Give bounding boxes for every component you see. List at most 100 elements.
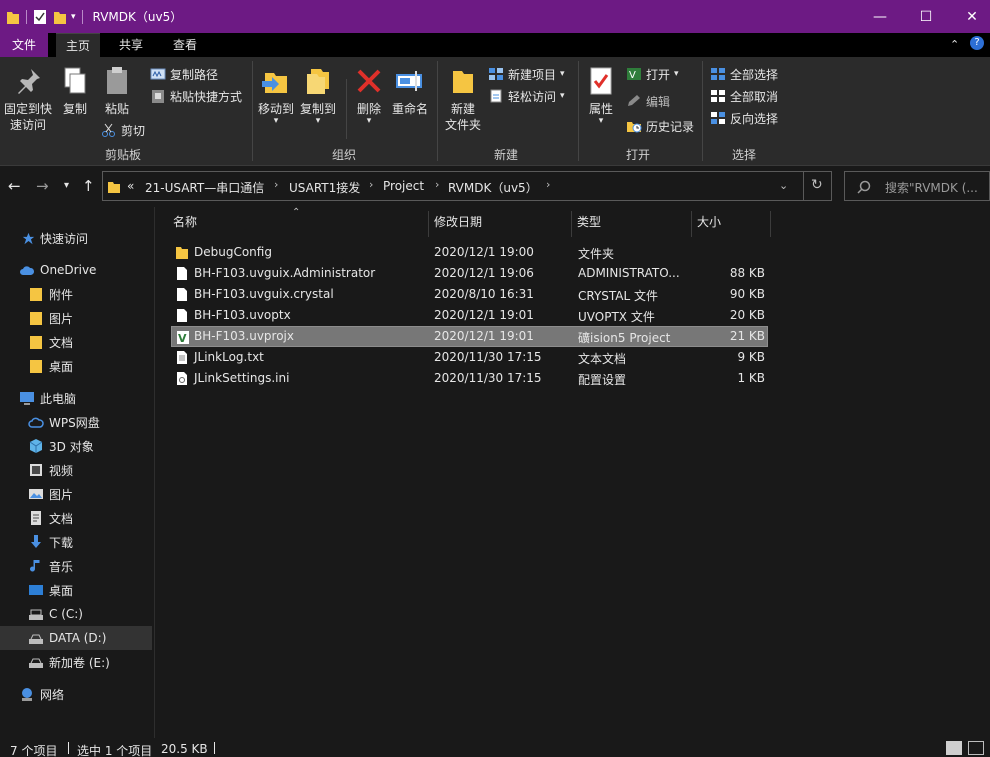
selection-count: 选中 1 个项目 [77, 744, 153, 757]
sidebar-item-label: 网络 [40, 687, 65, 702]
sidebar-item-drive-d[interactable]: DATA (D:) [0, 626, 152, 650]
move-to-icon [262, 73, 287, 93]
sidebar-item-pictures[interactable]: 图片 [0, 482, 152, 506]
tab-view[interactable]: 查看 [162, 33, 208, 57]
breadcrumb-item[interactable]: 21-USART—串口通信 [145, 179, 264, 196]
back-arrow-icon[interactable]: ← [8, 177, 21, 195]
column-divider[interactable] [691, 211, 692, 237]
customize-toolbar-icon[interactable]: ▾ [71, 12, 76, 22]
edit-label: 编辑 [646, 94, 671, 109]
file-row[interactable]: BH-F103.uvguix.Administrator 2020/12/1 1… [171, 263, 768, 284]
sidebar-item-wps-drive[interactable]: WPS网盘 [0, 410, 152, 434]
copy-to-button[interactable]: 复制到 ▾ [298, 65, 338, 126]
forward-arrow-icon[interactable]: → [36, 177, 49, 195]
sidebar-item-onedrive-documents[interactable]: 文档 [0, 330, 152, 354]
sidebar-item-downloads[interactable]: 下载 [0, 530, 152, 554]
sidebar-item-label: 桌面 [49, 583, 74, 598]
recent-locations-icon[interactable]: ▾ [64, 180, 69, 191]
sidebar-item-documents[interactable]: 文档 [0, 506, 152, 530]
invert-selection-button[interactable]: 反向选择 [710, 109, 778, 127]
cut-button[interactable]: 剪切 [101, 121, 145, 139]
details-view-icon[interactable] [946, 741, 962, 755]
open-button[interactable]: V 打开 ▾ [626, 65, 679, 83]
sidebar-item-this-pc[interactable]: 此电脑 [0, 386, 152, 410]
sidebar-item-attachments[interactable]: 附件 [0, 282, 152, 306]
sidebar-item-desktop[interactable]: 桌面 [0, 578, 152, 602]
sidebar-item-onedrive[interactable]: OneDrive [0, 258, 152, 282]
file-row[interactable]: BH-F103.uvoptx 2020/12/1 19:01 UVOPTX 文件… [171, 305, 768, 326]
easy-access-button[interactable]: 轻松访问 ▾ [488, 87, 565, 105]
address-dropdown-icon[interactable]: ⌄ [779, 179, 788, 192]
new-folder-button[interactable]: 新建 文件夹 [442, 65, 484, 133]
file-row[interactable]: DebugConfig 2020/12/1 19:00 文件夹 [171, 242, 768, 263]
sidebar-item-label: 附件 [49, 287, 74, 302]
sidebar-item-drive-e[interactable]: 新加卷 (E:) [0, 650, 152, 674]
cube-icon [29, 439, 43, 453]
download-icon [31, 535, 41, 548]
select-all-button[interactable]: 全部选择 [710, 65, 778, 83]
column-header-name[interactable]: 名称 [173, 212, 197, 238]
column-header-modified[interactable]: 修改日期 [434, 212, 482, 238]
new-item-button[interactable]: 新建项目 ▾ [488, 65, 565, 83]
delete-button[interactable]: 删除 ▾ [352, 65, 386, 126]
sidebar-item-onedrive-pictures[interactable]: 图片 [0, 306, 152, 330]
folder-icon [30, 336, 42, 349]
sidebar-item-network[interactable]: 网络 [0, 682, 152, 706]
breadcrumb-item[interactable]: USART1接发 [289, 179, 360, 196]
sidebar-item-quick-access[interactable]: 快速访问 [0, 226, 152, 250]
collapse-ribbon-icon[interactable]: ⌃ [950, 38, 959, 51]
sidebar-item-videos[interactable]: 视频 [0, 458, 152, 482]
paste-button[interactable]: 粘贴 [100, 65, 134, 117]
column-divider[interactable] [770, 211, 771, 237]
move-to-button[interactable]: 移动到 ▾ [256, 65, 296, 126]
close-button[interactable]: ✕ [949, 0, 990, 33]
pin-quick-access-button[interactable]: 固定到快 速访问 [2, 65, 54, 133]
copy-path-button[interactable]: 复制路径 [150, 65, 218, 83]
rename-button[interactable]: 重命名 [390, 65, 430, 117]
maximize-button[interactable]: ☐ [903, 0, 949, 33]
file-row[interactable]: JLinkSettings.ini 2020/11/30 17:15 配置设置 … [171, 368, 768, 389]
file-row[interactable]: BH-F103.uvguix.crystal 2020/8/10 16:31 C… [171, 284, 768, 305]
paste-shortcut-button[interactable]: 粘贴快捷方式 [150, 87, 242, 105]
sidebar-item-music[interactable]: 音乐 [0, 554, 152, 578]
column-header-type[interactable]: 类型 [577, 212, 601, 238]
breadcrumb-overflow[interactable]: « [127, 179, 134, 193]
breadcrumb-item[interactable]: Project [383, 179, 424, 193]
tab-share[interactable]: 共享 [108, 33, 154, 57]
sidebar-item-onedrive-desktop[interactable]: 桌面 [0, 354, 152, 378]
column-header-size[interactable]: 大小 [697, 212, 721, 238]
sidebar-item-label: 快速访问 [40, 231, 89, 246]
file-row[interactable]: JLinkLog.txt 2020/11/30 17:15 文本文档 9 KB [171, 347, 768, 368]
address-bar[interactable]: « 21-USART—串口通信 › USART1接发 › Project › R… [102, 171, 832, 201]
file-row-selected[interactable]: V BH-F103.uvprojx 2020/12/1 19:01 礦ision… [171, 326, 768, 347]
navigation-bar: ← → ▾ ↑ « 21-USART—串口通信 › USART1接发 › Pro… [0, 167, 990, 207]
select-none-button[interactable]: 全部取消 [710, 87, 778, 105]
search-box[interactable]: 搜索"RVMDK (... [844, 171, 990, 201]
chevron-right-icon[interactable]: › [435, 178, 439, 191]
breadcrumb-item[interactable]: RVMDK（uv5） [448, 179, 538, 196]
up-arrow-icon[interactable]: ↑ [82, 177, 95, 195]
new-folder-icon[interactable] [53, 9, 67, 25]
large-icons-view-icon[interactable] [968, 741, 984, 755]
chevron-right-icon[interactable]: › [369, 178, 373, 191]
column-divider[interactable] [571, 211, 572, 237]
copy-button[interactable]: 复制 [58, 65, 92, 117]
tab-file[interactable]: 文件 [0, 33, 48, 57]
chevron-right-icon[interactable]: › [546, 178, 550, 191]
tab-home[interactable]: 主页 [56, 33, 100, 57]
properties-button[interactable]: 属性 ▾ [584, 65, 618, 126]
sidebar-item-drive-c[interactable]: C (C:) [0, 602, 152, 626]
help-icon[interactable]: ? [970, 36, 984, 50]
edit-button[interactable]: 编辑 [626, 92, 670, 110]
sidebar-item-3d-objects[interactable]: 3D 对象 [0, 434, 152, 458]
folder-icon[interactable] [6, 9, 20, 25]
paste-shortcut-icon [152, 90, 164, 103]
minimize-button[interactable]: — [857, 0, 903, 33]
refresh-icon[interactable]: ↻ [811, 177, 823, 193]
column-divider[interactable] [428, 211, 429, 237]
star-icon [22, 232, 35, 244]
properties-icon[interactable] [33, 9, 47, 25]
chevron-right-icon[interactable]: › [274, 178, 278, 191]
history-button[interactable]: 历史记录 [626, 117, 694, 135]
address-divider [803, 172, 804, 200]
